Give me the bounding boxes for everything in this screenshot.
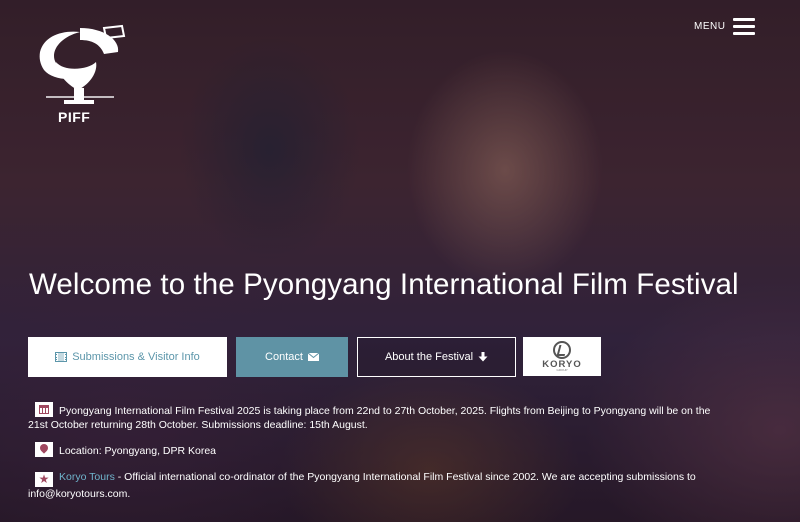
contact-button-label: Contact [265,351,303,363]
menu-button[interactable]: MENU [694,16,756,36]
about-button-label: About the Festival [384,351,474,363]
location-text: Location: Pyongyang, DPR Korea [59,445,217,457]
calendar-icon [35,402,53,417]
logo-text: PIFF [58,109,91,125]
koryo-tours-text: - Official international co-ordinator of… [28,471,696,500]
film-reel-logo-icon [39,24,126,104]
koryo-logo-tag: GROUP [556,368,568,373]
star-icon: ★ [35,472,53,487]
submissions-button-label: Submissions & Visitor Info [72,351,200,363]
map-pin-icon [35,442,53,457]
koryo-tours-info: ★ Koryo Tours - Official international co… [28,470,730,501]
menu-label: MENU [694,20,726,32]
festival-dates-text: Pyongyang International Film Festival 20… [28,405,711,431]
about-festival-button[interactable]: About the Festival [357,337,516,377]
contact-button[interactable]: Contact [236,337,348,377]
film-icon [55,352,68,362]
piff-logo[interactable]: PIFF [34,22,126,132]
submissions-visitor-info-button[interactable]: Submissions & Visitor Info [28,337,227,377]
arrow-down-icon [478,352,488,362]
location-info: Location: Pyongyang, DPR Korea [28,442,730,458]
festival-dates-info: Pyongyang International Film Festival 20… [28,402,730,432]
hamburger-icon [733,17,756,35]
page-title: Welcome to the Pyongyang International F… [29,268,739,301]
envelope-icon [307,353,319,361]
koryo-group-logo-button[interactable]: KORYO GROUP [523,337,601,376]
koryo-tours-link[interactable]: Koryo Tours [59,471,115,483]
koryo-logo-icon [553,340,571,359]
